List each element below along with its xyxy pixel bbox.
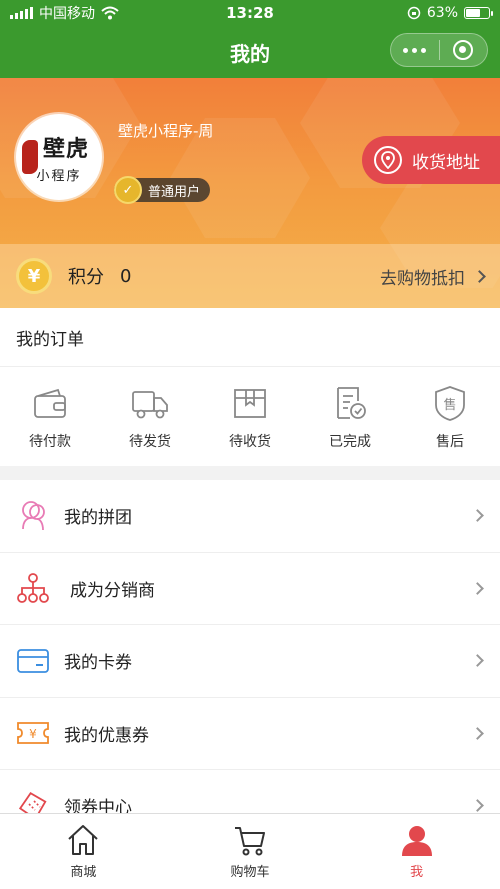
user-icon [401, 826, 432, 856]
avatar-logo-subtext: 小程序 [36, 168, 82, 184]
points-redeem-link[interactable]: 去购物抵扣 [380, 264, 486, 289]
tab-bar: 商城 购物车 我 [0, 813, 500, 889]
menu-label: 领券中心 [64, 798, 132, 813]
distributor-network-icon [17, 573, 49, 604]
order-label: 待收货 [229, 433, 271, 450]
order-label: 售后 [436, 433, 464, 450]
avatar[interactable]: 壁虎 小程序 [16, 114, 102, 200]
address-button[interactable]: 收货地址 [362, 136, 500, 184]
tab-mall[interactable]: 商城 [0, 814, 167, 889]
home-icon [68, 825, 99, 855]
target-icon [453, 40, 474, 60]
order-pending-receipt[interactable]: 待收货 [200, 367, 300, 466]
carrier-label: 中国移动 [39, 6, 95, 22]
group-buy-icon [22, 500, 45, 530]
points-label: 积分 [68, 267, 104, 288]
menu-cards[interactable]: 我的卡券 [0, 625, 500, 698]
points-row[interactable]: ¥ 积分 0 去购物抵扣 [0, 244, 500, 308]
medal-icon: ✓ [114, 176, 142, 204]
orders-section: 我的订单 待付款 待发货 待收货 已完成 售 售后 [0, 308, 500, 466]
menu-group-buy[interactable]: 我的拼团 [0, 480, 500, 553]
package-icon [234, 388, 266, 418]
chevron-right-icon [471, 726, 484, 740]
orders-title[interactable]: 我的订单 [0, 308, 500, 367]
member-level-badge: ✓ 普通用户 [114, 176, 211, 204]
member-level-label: 普通用户 [148, 184, 201, 200]
coupon-icon: ¥ [17, 722, 49, 745]
top-bar: 中国移动 13:28 63% 我的 [0, 0, 500, 78]
card-icon [17, 648, 49, 673]
tab-cart[interactable]: 购物车 [167, 814, 334, 889]
svg-text:售: 售 [443, 397, 456, 413]
signal-icon [10, 7, 33, 19]
miniprogram-capsule [390, 33, 488, 67]
page-title: 我的 [230, 41, 270, 66]
avatar-logo-text: 壁虎 [42, 135, 89, 162]
points-value: 0 [120, 265, 132, 287]
menu-coupon-center[interactable]: 领券中心 [0, 770, 500, 813]
order-label: 待发货 [129, 433, 171, 450]
coupon-center-icon [18, 791, 47, 813]
chevron-right-icon [473, 269, 486, 283]
order-label: 待付款 [29, 433, 71, 450]
chevron-right-icon [471, 581, 484, 595]
gecko-logo-icon [22, 140, 38, 174]
order-pending-shipment[interactable]: 待发货 [100, 367, 200, 466]
profile-header: 壁虎 小程序 壁虎小程序-周 ✓ 普通用户 收货地址 ¥ 积分 0 去购物抵扣 [0, 78, 500, 308]
order-after-sale[interactable]: 售 售后 [400, 367, 500, 466]
battery-icon [464, 7, 493, 19]
nav-bar: 我的 [0, 26, 500, 78]
menu-label: 我的优惠券 [64, 725, 149, 746]
menu-label: 我的卡券 [64, 653, 132, 674]
order-label: 已完成 [329, 433, 371, 450]
battery-percent: 63% [426, 5, 458, 21]
chevron-right-icon [471, 799, 484, 813]
svg-text:¥: ¥ [29, 727, 37, 741]
tab-label: 我 [410, 865, 424, 880]
username: 壁虎小程序-周 [118, 122, 214, 140]
tab-me[interactable]: 我 [333, 814, 500, 889]
status-bar: 中国移动 13:28 63% [0, 0, 500, 26]
feature-menu: 我的拼团 成为分销商 我的卡券 ¥ 我的优惠券 领券中心 [0, 480, 500, 813]
more-dots-icon [403, 47, 427, 53]
close-miniprogram-button[interactable] [440, 34, 488, 66]
coin-icon: ¥ [16, 258, 52, 294]
chevron-right-icon [471, 509, 484, 523]
cart-icon [235, 827, 265, 856]
address-button-label: 收货地址 [412, 152, 480, 173]
menu-coupons[interactable]: ¥ 我的优惠券 [0, 698, 500, 770]
location-pin-icon [374, 146, 402, 174]
order-completed[interactable]: 已完成 [300, 367, 400, 466]
clock: 13:28 [226, 4, 274, 22]
truck-icon [132, 390, 168, 418]
points-redeem-label: 去购物抵扣 [380, 268, 465, 289]
order-pending-payment[interactable]: 待付款 [0, 367, 100, 466]
wallet-icon [34, 388, 66, 418]
menu-distributor[interactable]: 成为分销商 [0, 553, 500, 625]
chevron-right-icon [471, 654, 484, 668]
menu-label: 成为分销商 [70, 580, 155, 601]
after-sale-shield-icon: 售 [435, 385, 465, 421]
tab-label: 商城 [70, 865, 97, 880]
tab-label: 购物车 [230, 865, 270, 880]
more-menu-button[interactable] [391, 34, 439, 66]
wifi-icon [101, 6, 119, 20]
completed-doc-icon [337, 386, 366, 419]
menu-label: 我的拼团 [64, 508, 132, 529]
rotation-lock-icon [407, 6, 421, 20]
